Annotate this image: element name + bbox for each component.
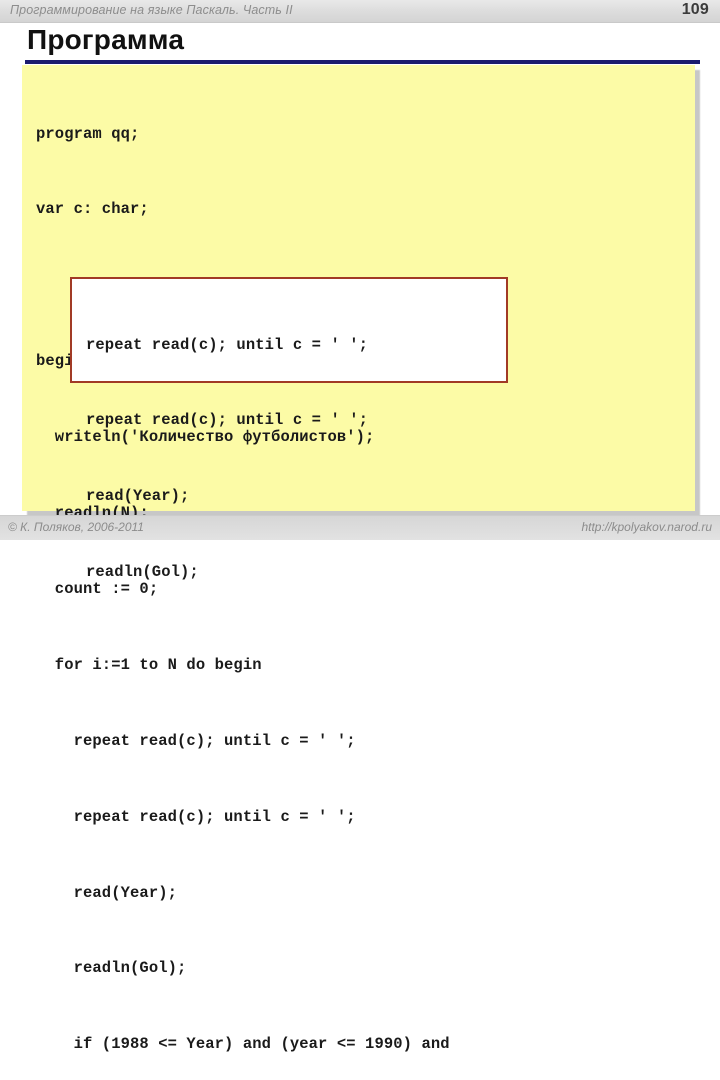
callout-line: read(Year);	[86, 487, 190, 506]
slide: Программирование на языке Паскаль. Часть…	[0, 0, 720, 1053]
code-line: readln(Gol);	[36, 959, 187, 978]
header-bar: Программирование на языке Паскаль. Часть…	[0, 0, 720, 23]
page-title: Программа	[27, 24, 185, 55]
footer-copyright: © К. Поляков, 2006-2011	[8, 520, 144, 534]
code-line: repeat read(c); until c = ' ';	[36, 731, 356, 750]
title-divider	[25, 60, 700, 64]
callout-line: repeat read(c); until c = ' ';	[86, 411, 369, 430]
page-number: 109	[681, 1, 709, 18]
highlight-callout-box: repeat read(c); until c = ' '; repeat re…	[70, 277, 508, 581]
header-title: Программирование на языке Паскаль. Часть…	[10, 3, 293, 17]
code-line: read(Year);	[36, 883, 178, 902]
callout-line: readln(Gol);	[86, 563, 199, 582]
callout-line: repeat read(c); until c = ' ';	[86, 335, 369, 354]
footer-bar: © К. Поляков, 2006-2011 http://kpolyakov…	[0, 515, 720, 540]
footer-url[interactable]: http://kpolyakov.narod.ru	[581, 520, 712, 534]
code-line: for i:=1 to N do begin	[36, 655, 262, 674]
code-line: program qq;	[36, 124, 140, 143]
code-line: if (1988 <= Year) and (year <= 1990) and	[36, 1035, 450, 1054]
code-line: var c: char;	[36, 200, 149, 219]
code-line: repeat read(c); until c = ' ';	[36, 807, 356, 826]
callout-listing: repeat read(c); until c = ' '; repeat re…	[86, 282, 368, 636]
